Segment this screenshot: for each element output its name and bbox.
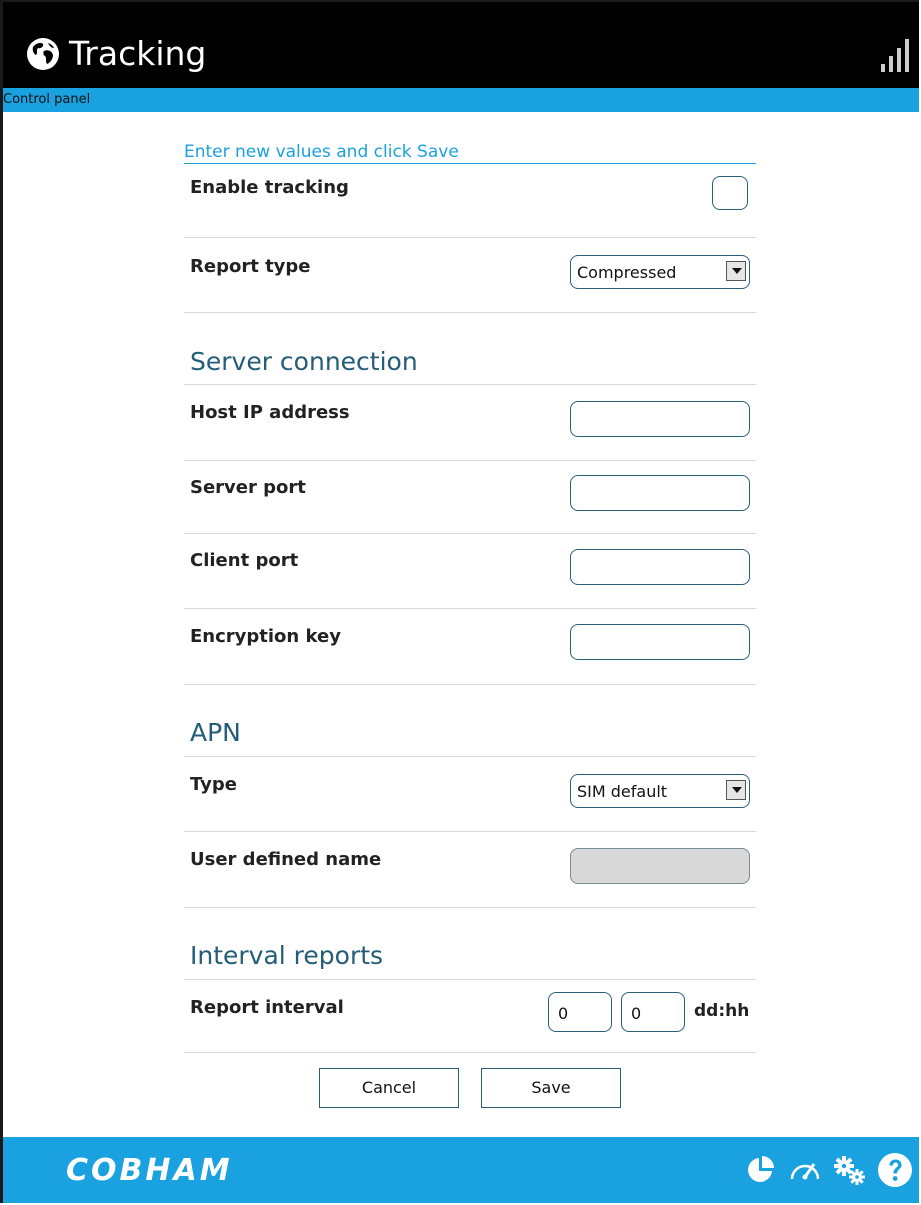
host-ip-input[interactable]: [570, 401, 750, 437]
report-type-value: Compressed: [577, 263, 677, 282]
save-button[interactable]: Save: [481, 1068, 621, 1108]
help-icon[interactable]: [877, 1152, 913, 1188]
server-connection-heading: Server connection: [190, 347, 418, 376]
speedometer-icon[interactable]: [788, 1155, 822, 1185]
server-port-label: Server port: [190, 477, 306, 498]
host-ip-row: Host IP address: [184, 385, 756, 461]
user-defined-name-label: User defined name: [190, 849, 382, 870]
report-type-select[interactable]: Compressed: [570, 255, 750, 289]
report-interval-unit: dd:hh: [694, 1001, 750, 1021]
encryption-key-label: Encryption key: [190, 626, 341, 647]
pie-chart-icon[interactable]: [745, 1155, 775, 1185]
chevron-down-icon: [726, 261, 746, 281]
interval-reports-heading: Interval reports: [190, 941, 384, 970]
report-interval-label: Report interval: [190, 997, 344, 1018]
client-port-input[interactable]: [570, 549, 750, 585]
host-ip-label: Host IP address: [190, 402, 350, 423]
app-header: Tracking: [3, 2, 919, 88]
server-port-row: Server port: [184, 461, 756, 534]
report-interval-days-value: 0: [558, 1004, 569, 1023]
user-defined-name-input: [570, 848, 750, 884]
client-port-label: Client port: [190, 550, 299, 571]
client-port-row: Client port: [184, 534, 756, 609]
encryption-key-input[interactable]: [570, 624, 750, 660]
server-port-input[interactable]: [570, 475, 750, 511]
report-type-row: Report type Compressed: [184, 238, 756, 313]
encryption-key-row: Encryption key: [184, 609, 756, 685]
chevron-down-icon: [726, 780, 746, 800]
apn-heading: APN: [190, 718, 241, 747]
brand-logo: COBHAM: [66, 1153, 233, 1188]
apn-type-select[interactable]: SIM default: [570, 774, 750, 808]
signal-strength-icon: [881, 39, 909, 72]
globe-icon: [27, 38, 59, 70]
report-interval-hours-input[interactable]: 0: [621, 992, 685, 1032]
apn-type-value: SIM default: [577, 782, 668, 801]
breadcrumb[interactable]: Control panel: [3, 91, 90, 108]
cancel-button[interactable]: Cancel: [319, 1068, 459, 1108]
report-interval-row: Report interval 0 0 dd:hh: [184, 980, 756, 1053]
footer-bar: COBHAM: [3, 1137, 919, 1203]
breadcrumb-bar: Control panel: [3, 88, 919, 112]
gears-icon[interactable]: [833, 1155, 867, 1187]
form-instruction: Enter new values and click Save: [184, 141, 756, 164]
enable-tracking-label: Enable tracking: [190, 177, 349, 198]
report-interval-hours-value: 0: [631, 1004, 642, 1023]
report-type-label: Report type: [190, 256, 311, 277]
enable-tracking-checkbox[interactable]: [712, 176, 748, 210]
user-defined-name-row: User defined name: [184, 832, 756, 908]
enable-tracking-row: Enable tracking: [184, 164, 756, 238]
report-interval-days-input[interactable]: 0: [548, 992, 612, 1032]
page-title: Tracking: [69, 34, 207, 73]
apn-type-row: Type SIM default: [184, 757, 756, 832]
apn-type-label: Type: [190, 774, 237, 795]
